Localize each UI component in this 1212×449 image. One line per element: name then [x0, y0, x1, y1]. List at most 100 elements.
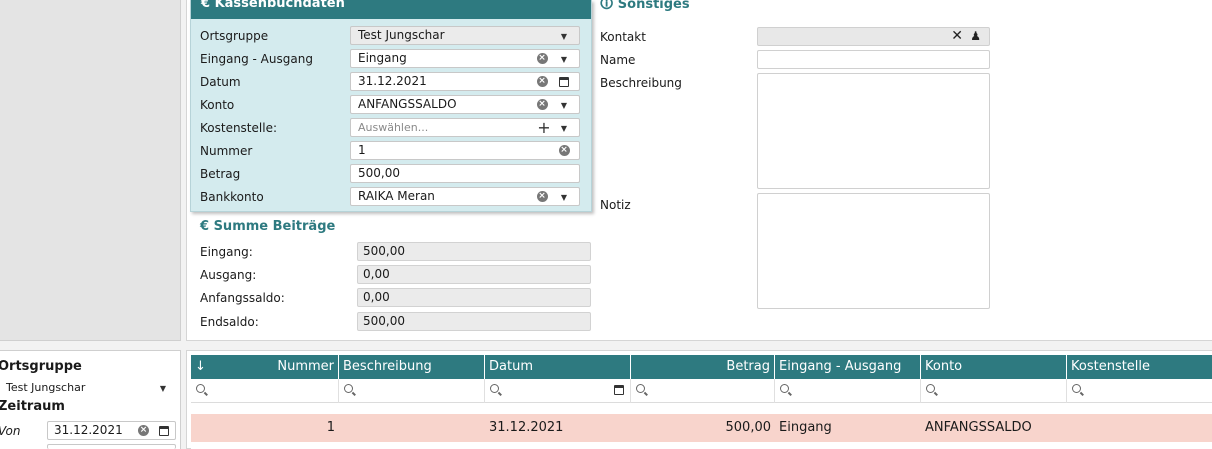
filter-kostenstelle[interactable] — [1067, 379, 1212, 403]
chevron-down-icon[interactable]: ▼ — [557, 119, 571, 136]
eingang-ausgang-select[interactable]: Eingang × ▼ — [350, 49, 580, 68]
chevron-down-icon[interactable]: ▼ — [557, 50, 571, 67]
kontakt-field[interactable]: ✕ ♟ — [757, 27, 990, 46]
column-beschreibung[interactable]: Beschreibung — [339, 355, 485, 379]
chevron-down-icon[interactable]: ▼ — [557, 27, 571, 44]
konto-select[interactable]: ANFANGSSALDO × ▼ — [350, 95, 580, 114]
beschreibung-textarea[interactable] — [757, 73, 990, 189]
filter-eingang-ausgang[interactable] — [775, 379, 921, 403]
datum-value: 31.12.2021 — [358, 74, 427, 88]
betrag-field[interactable]: 500,00 — [350, 164, 580, 183]
datum-label: Datum — [200, 75, 241, 89]
cell-kostenstelle — [1067, 414, 1212, 442]
calendar-icon[interactable] — [614, 382, 624, 396]
ortsgruppe-filter-select[interactable]: Test Jungschar ▼ — [0, 379, 176, 398]
filter-betrag[interactable] — [631, 379, 775, 403]
sort-down-icon[interactable]: ↓ — [195, 359, 206, 374]
column-betrag[interactable]: Betrag — [631, 355, 775, 379]
filter-datum[interactable] — [485, 379, 631, 403]
kostenstelle-select[interactable]: Auswählen... + ▼ — [350, 118, 580, 137]
beschreibung-label: Beschreibung — [600, 76, 682, 90]
sum-anfangssaldo-field: 0,00 — [357, 288, 591, 307]
notiz-label: Notiz — [600, 198, 631, 212]
betrag-label: Betrag — [200, 167, 241, 181]
left-side-panel — [0, 0, 181, 341]
sonstiges-title: 🛈 Sonstiges — [600, 0, 690, 12]
ortsgruppe-label: Ortsgruppe — [200, 29, 269, 43]
ortsgruppe-filter-title: Ortsgruppe — [0, 359, 82, 374]
plus-icon[interactable]: + — [537, 119, 551, 136]
sum-ausgang-label: Ausgang: — [200, 268, 257, 282]
cell-beschreibung — [339, 414, 485, 442]
search-icon — [926, 384, 935, 393]
ortsgruppe-filter-value: Test Jungschar — [6, 381, 86, 394]
search-icon — [636, 384, 645, 393]
search-icon — [196, 384, 205, 393]
konto-value: ANFANGSSALDO — [358, 97, 457, 111]
column-eingang-ausgang[interactable]: Eingang - Ausgang — [775, 355, 921, 379]
chevron-down-icon[interactable]: ▼ — [557, 188, 571, 205]
filter-beschreibung[interactable] — [339, 379, 485, 403]
cell-eingang-ausgang: Eingang — [779, 420, 832, 435]
eingang-ausgang-label: Eingang - Ausgang — [200, 52, 313, 66]
grid-header: ↓ Nummer Beschreibung Datum Betrag Einga… — [191, 355, 1212, 379]
sum-ausgang-field: 0,00 — [357, 265, 591, 284]
clear-icon[interactable]: × — [557, 142, 571, 159]
clear-icon[interactable]: × — [535, 73, 549, 90]
bankkonto-select[interactable]: RAIKA Meran × ▼ — [350, 187, 580, 206]
datum-field[interactable]: 31.12.2021 × — [350, 72, 580, 91]
column-datum[interactable]: Datum — [485, 355, 631, 379]
search-icon — [490, 384, 499, 393]
grid-filter-row — [191, 379, 1212, 403]
kontakt-label: Kontakt — [600, 30, 646, 44]
von-date-field[interactable]: 31.12.2021 × — [47, 421, 176, 440]
von-date-value: 31.12.2021 — [54, 423, 123, 437]
kassenbuchdaten-form: € Kassenbuchdaten Ortsgruppe Test Jungsc… — [190, 0, 592, 212]
person-icon[interactable]: ♟ — [970, 28, 981, 45]
search-icon — [780, 384, 789, 393]
close-icon[interactable]: ✕ — [951, 28, 963, 45]
column-kostenstelle[interactable]: Kostenstelle — [1067, 355, 1212, 379]
column-nummer-label: Nummer — [277, 359, 334, 374]
calendar-icon[interactable] — [159, 422, 169, 439]
kostenstelle-placeholder: Auswählen... — [358, 121, 429, 134]
sum-eingang-field: 500,00 — [357, 242, 591, 261]
kassenbuchdaten-header: € Kassenbuchdaten — [191, 0, 591, 19]
sum-anfangssaldo-label: Anfangssaldo: — [200, 291, 285, 305]
summe-beitraege-title: € Summe Beiträge — [200, 219, 336, 234]
clear-icon[interactable]: × — [535, 188, 549, 205]
column-nummer[interactable]: ↓ Nummer — [191, 355, 339, 379]
betrag-value: 500,00 — [358, 166, 400, 180]
name-field[interactable] — [757, 50, 990, 69]
cell-betrag: 500,00 — [725, 420, 772, 435]
nummer-field[interactable]: 1 × — [350, 141, 580, 160]
notiz-textarea[interactable] — [757, 193, 990, 309]
von-label: Von — [0, 424, 21, 438]
clear-icon[interactable]: × — [535, 50, 549, 67]
sum-eingang-label: Eingang: — [200, 245, 253, 259]
sum-endsaldo-field: 500,00 — [357, 312, 591, 331]
bis-date-field[interactable] — [47, 444, 176, 449]
calendar-icon[interactable] — [557, 73, 571, 90]
kostenstelle-label: Kostenstelle: — [200, 121, 277, 135]
chevron-down-icon[interactable]: ▼ — [160, 379, 166, 397]
name-label: Name — [600, 53, 636, 67]
nummer-value: 1 — [358, 143, 366, 157]
clear-icon[interactable]: × — [138, 422, 149, 439]
ortsgruppe-select[interactable]: Test Jungschar ▼ — [350, 26, 580, 45]
clear-icon[interactable]: × — [535, 96, 549, 113]
filter-konto[interactable] — [921, 379, 1067, 403]
column-konto[interactable]: Konto — [921, 355, 1067, 379]
bankkonto-label: Bankkonto — [200, 190, 264, 204]
bankkonto-value: RAIKA Meran — [358, 189, 435, 203]
table-row[interactable]: 1 31.12.2021 500,00 Eingang ANFANGSSALDO — [191, 414, 1212, 442]
search-icon — [1072, 384, 1081, 393]
konto-label: Konto — [200, 98, 235, 112]
cell-nummer: 1 — [326, 420, 335, 435]
table-row[interactable] — [191, 442, 1212, 449]
filter-nummer[interactable] — [191, 379, 339, 403]
chevron-down-icon[interactable]: ▼ — [557, 96, 571, 113]
search-icon — [344, 384, 353, 393]
cell-datum: 31.12.2021 — [489, 420, 564, 435]
cell-konto: ANFANGSSALDO — [925, 420, 1032, 435]
